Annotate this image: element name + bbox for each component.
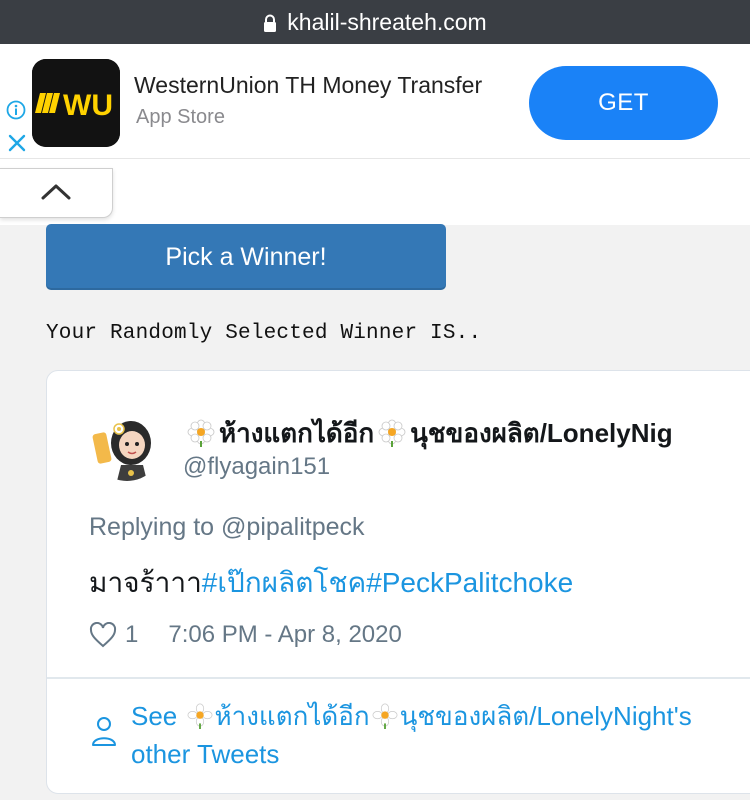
display-name-part2: นุชของผลิต/LonelyNig xyxy=(410,418,673,448)
tweet-handle[interactable]: @flyagain151 xyxy=(183,453,330,481)
wu-logo-text: WU xyxy=(63,89,113,122)
lock-icon xyxy=(264,14,277,32)
ad-info-icon[interactable] xyxy=(6,100,26,120)
flower-emoji-icon xyxy=(187,703,212,729)
pick-winner-button[interactable]: Pick a Winner! xyxy=(46,224,446,290)
see-other-tweets-link[interactable]: See ห้างแตกได้อีก นุชของผลิต/LonelyNight… xyxy=(131,697,750,773)
tweet-meta: 1 7:06 PM - Apr 8, 2020 xyxy=(89,621,402,649)
see-suffix: other Tweets xyxy=(131,739,280,769)
wu-logo-mark: WU xyxy=(32,59,120,147)
chevron-up-icon xyxy=(41,184,71,200)
ad-app-title[interactable]: WesternUnion TH Money Transfer xyxy=(134,72,482,99)
flower-emoji-icon xyxy=(187,419,215,447)
tweet-text-plain: มาจร้าาา xyxy=(89,567,202,598)
url-text: khalil-shreateh.com xyxy=(287,8,487,35)
tweet-display-name[interactable]: ห้างแตกได้อีก นุชของผลิต/LonelyNig xyxy=(183,413,673,454)
see-name-part2: นุชของผลิต/LonelyNight's xyxy=(399,701,692,731)
western-union-logo: WU xyxy=(32,59,120,147)
heart-icon[interactable] xyxy=(89,622,117,648)
winner-heading: Your Randomly Selected Winner IS.. xyxy=(46,322,482,345)
replying-prefix: Replying to xyxy=(89,513,215,541)
see-prefix: See xyxy=(131,701,178,731)
app-ad-banner[interactable]: WU WesternUnion TH Money Transfer App St… xyxy=(0,44,750,158)
avatar-illustration xyxy=(91,409,163,481)
see-name-part1: ห้างแตกได้อีก xyxy=(214,701,370,731)
person-icon xyxy=(92,717,116,746)
hashtag-link[interactable]: #เป๊กผลิตโชค xyxy=(202,567,366,598)
flower-emoji-icon xyxy=(378,419,406,447)
avatar[interactable] xyxy=(91,409,163,481)
replying-to-user-link[interactable]: @pipalitpeck xyxy=(221,513,365,541)
url-bar[interactable]: khalil-shreateh.com xyxy=(0,0,750,44)
like-count: 1 xyxy=(125,621,139,648)
tweet-divider xyxy=(47,677,750,679)
ad-close-icon[interactable] xyxy=(6,132,28,154)
replying-to-line: Replying to @pipalitpeck xyxy=(89,513,365,542)
embedded-tweet-card[interactable]: ห้างแตกได้อีก นุชของผลิต/LonelyNig @flya… xyxy=(46,370,750,794)
collapse-ad-button[interactable] xyxy=(0,168,113,218)
tweet-text: มาจร้าาา#เป๊กผลิตโชค#PeckPalitchoke xyxy=(89,561,573,605)
display-name-part1: ห้างแตกได้อีก xyxy=(219,418,375,448)
ad-app-store-label: App Store xyxy=(136,106,225,128)
flower-emoji-icon xyxy=(372,703,398,729)
get-button[interactable]: GET xyxy=(529,66,718,140)
hashtag-link[interactable]: #PeckPalitchoke xyxy=(366,567,573,598)
tweet-timestamp[interactable]: 7:06 PM - Apr 8, 2020 xyxy=(168,621,401,649)
